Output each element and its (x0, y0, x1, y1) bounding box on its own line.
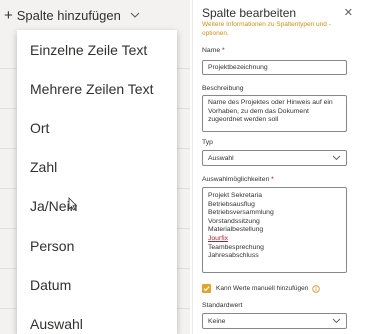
menu-item-label: Einzelne Zeile Text (30, 41, 148, 58)
name-label-text: Name (202, 47, 221, 54)
manual-values-label: Kann Werte manuell hinzufügen (216, 285, 309, 292)
choice-item: Betriebsausflug (208, 200, 255, 208)
menu-item-choice[interactable]: Auswahl (17, 304, 177, 334)
menu-item-person[interactable]: Person (17, 226, 177, 265)
menu-item-date[interactable]: Datum (17, 265, 177, 304)
menu-item-yes-no[interactable]: Ja/Nein (17, 187, 177, 226)
choice-item: Betriebsversammlung (208, 209, 274, 217)
edit-column-panel: Spalte bearbeiten ✕ Weitere Informatione… (192, 0, 365, 334)
choice-item: Projekt Sekretaria (208, 192, 263, 199)
default-value-select[interactable]: Keine (202, 313, 347, 329)
type-label: Typ (202, 139, 213, 146)
add-column-button[interactable]: + Spalte hinzufügen (4, 4, 141, 26)
description-label: Beschreibung (202, 85, 244, 92)
manual-values-row: Kann Werte manuell hinzufügen (202, 284, 321, 293)
column-type-menu: Einzelne Zeile Text Mehrere Zeilen Text … (17, 30, 177, 334)
choice-item: Teambesprechung (208, 243, 264, 251)
chevron-down-icon (332, 155, 341, 161)
type-select-value: Auswahl (208, 154, 234, 162)
choices-label-text: Auswahlmöglichkeiten (202, 176, 270, 183)
required-mark: * (271, 176, 274, 183)
chevron-down-icon (332, 318, 341, 324)
add-column-label: Spalte hinzufügen (16, 7, 121, 23)
plus-icon: + (4, 6, 13, 24)
menu-item-label: Person (30, 237, 75, 254)
info-icon[interactable] (312, 284, 321, 293)
menu-item-label: Datum (30, 276, 72, 293)
close-icon[interactable]: ✕ (344, 6, 353, 19)
panel-title: Spalte bearbeiten (202, 6, 297, 20)
menu-item-label: Zahl (30, 159, 58, 176)
choice-item: Jourfix (208, 234, 229, 242)
name-label: Name * (202, 47, 225, 54)
choices-label: Auswahlmöglichkeiten * (202, 176, 274, 183)
choice-item: Materialbestellung (208, 226, 264, 234)
description-field[interactable]: Name des Projektes oder Hinweis auf ein … (202, 95, 347, 132)
default-value-select-value: Keine (208, 317, 226, 325)
required-mark: * (222, 47, 225, 54)
menu-item-label: Auswahl (30, 315, 83, 332)
choice-item: Vorstandssitzung (208, 217, 260, 225)
menu-item-multi-line[interactable]: Mehrere Zeilen Text (17, 69, 177, 108)
description-field-value: Name des Projektes oder Hinweis auf ein … (208, 99, 333, 124)
menu-item-single-line[interactable]: Einzelne Zeile Text (17, 30, 177, 69)
choice-item: Jahresabschluss (208, 252, 259, 260)
name-field-value: Projektbezeichnung (208, 64, 268, 71)
menu-item-location[interactable]: Ort (17, 108, 177, 147)
choices-textarea[interactable]: Projekt Sekretaria Betriebsausflug Betri… (202, 187, 347, 273)
manual-values-checkbox[interactable] (202, 284, 211, 293)
name-field[interactable]: Projektbezeichnung (202, 60, 347, 75)
menu-item-label: Mehrere Zeilen Text (30, 80, 154, 97)
checkmark-icon (203, 286, 210, 292)
chevron-down-icon (130, 12, 140, 18)
menu-item-label: Ort (30, 119, 50, 136)
type-select[interactable]: Auswahl (202, 150, 347, 166)
default-value-label: Standardwert (202, 302, 243, 309)
menu-item-number[interactable]: Zahl (17, 148, 177, 187)
mouse-cursor-icon (68, 197, 78, 211)
info-link[interactable]: Weitere Informationen zu Spaltentypen un… (202, 20, 352, 38)
